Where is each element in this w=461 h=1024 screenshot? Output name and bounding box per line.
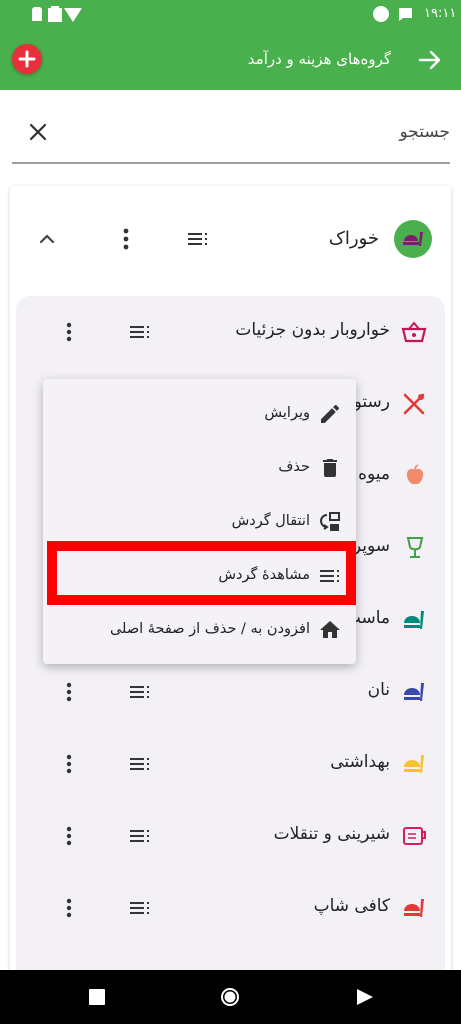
menu-item-label: افزودن به / حذف از صفحهٔ اصلی: [109, 621, 310, 637]
menu-item-label: انتقال گردش: [231, 513, 310, 529]
search-input[interactable]: جستجو: [399, 122, 450, 142]
fastfood-icon: [404, 611, 424, 629]
more-vert-icon[interactable]: [122, 228, 130, 250]
list-item[interactable]: کافی شاپ: [16, 872, 445, 944]
menu-item-label: حذف: [278, 459, 310, 475]
list-item[interactable]: نان: [16, 656, 445, 728]
more-vert-icon[interactable]: [65, 898, 73, 918]
recents-icon[interactable]: [89, 989, 105, 1005]
more-vert-icon[interactable]: [65, 682, 73, 702]
more-vert-icon[interactable]: [65, 322, 73, 342]
food-icon: [394, 220, 432, 258]
trash-icon: [323, 459, 337, 477]
more-vert-icon[interactable]: [65, 754, 73, 774]
list-item-label: خواروبار بدون جزئیات: [235, 320, 390, 340]
group-name: خوراک: [328, 228, 379, 249]
transfer-icon: [320, 512, 340, 531]
list-item-label: بهداشتی: [330, 752, 390, 772]
plus-icon: [18, 50, 36, 68]
system-nav-bar: [0, 970, 461, 1024]
page-title: گروه‌های هزینه و درآمد: [247, 50, 391, 68]
home-button-icon[interactable]: [220, 987, 240, 1007]
list-icon[interactable]: [130, 829, 152, 843]
close-icon[interactable]: [26, 120, 50, 144]
home-icon: [320, 621, 340, 638]
status-time: ۱۹:۱۱: [424, 6, 457, 21]
list-item-label: شیرینی و تنقلات: [273, 824, 390, 844]
more-vert-icon[interactable]: [65, 826, 73, 846]
list-item-label: میوه: [358, 464, 390, 484]
menu-item-delete[interactable]: حذف: [43, 441, 356, 497]
nfc-icon: [48, 6, 62, 22]
list-item[interactable]: شیرینی و تنقلات: [16, 800, 445, 872]
sim-card-icon: [32, 7, 42, 21]
group-header[interactable]: خوراک: [10, 186, 451, 296]
list-icon[interactable]: [130, 325, 152, 339]
highlight-box: [47, 541, 356, 605]
back-arrow-icon[interactable]: [416, 46, 444, 74]
fastfood-icon: [404, 683, 424, 701]
apple-icon: [406, 464, 424, 485]
circle-notification-icon: [373, 6, 389, 22]
message-notification-icon: [399, 8, 412, 21]
context-menu: ویرایش حذف انتقال گردش مشاهدهٔ گردش افزو…: [43, 379, 356, 664]
list-item[interactable]: بهداشتی: [16, 728, 445, 800]
back-button-icon[interactable]: [356, 988, 374, 1006]
add-group-button[interactable]: [12, 44, 42, 74]
list-item-label: نان: [367, 680, 390, 700]
fastfood-icon: [404, 755, 424, 773]
pencil-icon: [321, 404, 340, 423]
expand-less-icon[interactable]: [38, 232, 56, 244]
search-bar[interactable]: جستجو: [12, 108, 450, 164]
menu-item-label: ویرایش: [264, 405, 310, 421]
app-bar: گروه‌های هزینه و درآمد: [0, 30, 461, 90]
list-icon[interactable]: [130, 757, 152, 771]
signal-icon: [64, 8, 82, 22]
list-item-label: کافی شاپ: [313, 896, 390, 916]
fastfood-icon: [404, 899, 424, 917]
list-icon[interactable]: [130, 685, 152, 699]
restaurant-icon: [403, 393, 425, 415]
list-icon[interactable]: [130, 901, 152, 915]
status-bar: ۱۹:۱۱: [0, 0, 461, 30]
glass-icon: [406, 537, 424, 558]
cupcake-icon: [403, 827, 426, 845]
list-icon[interactable]: [188, 232, 210, 246]
menu-item-home-toggle[interactable]: افزودن به / حذف از صفحهٔ اصلی: [43, 603, 356, 659]
basket-icon: [401, 321, 427, 343]
menu-item-edit[interactable]: ویرایش: [43, 387, 356, 443]
list-item[interactable]: خواروبار بدون جزئیات: [16, 296, 445, 368]
